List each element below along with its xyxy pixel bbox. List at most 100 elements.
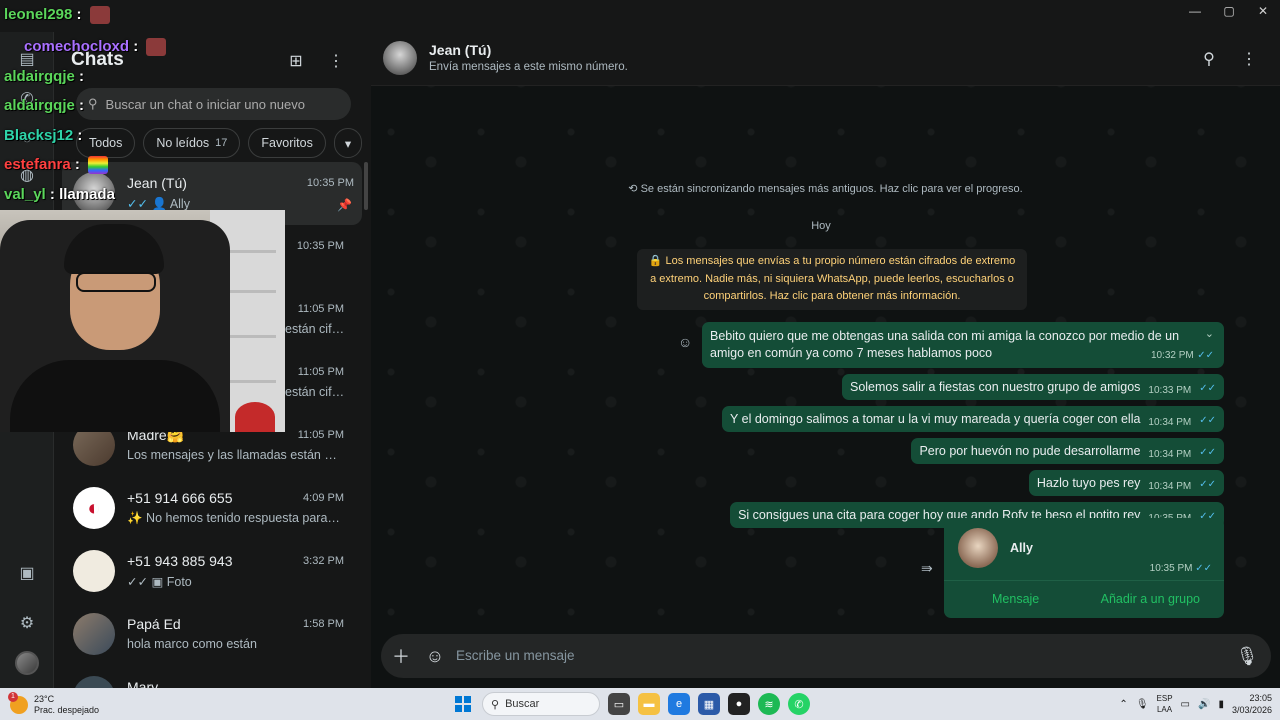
sticker-icon[interactable]: ☺ [423,644,447,668]
message-bubble[interactable]: Y el domingo salimos a tomar u la vi muy… [722,406,1224,432]
message-text: Bebito quiero que me obtengas una salida… [710,329,1180,360]
new-chat-icon[interactable]: ⊞ [285,50,307,72]
close-button[interactable]: ✕ [1246,0,1280,22]
chat-preview-text: Foto [166,575,192,589]
message-bubble[interactable]: Hazlo tuyo pes rey 10:34 PM ✓✓ [1028,470,1224,496]
message-time: 10:32 PM [1150,350,1194,361]
chat-name: Papá Ed [127,616,181,632]
taskbar-apps: ⚲ Buscar ▭ ▬ e ▦ ● ≋ ✆ [452,692,810,716]
contact-icon: 👤 [151,197,168,211]
chat-time: 11:05 PM [297,366,344,378]
task-view-icon[interactable]: ▭ [608,693,630,715]
attach-plus-icon[interactable]: ＋ [389,644,413,668]
message-time: 10:35 PM [1149,563,1193,574]
calls-icon[interactable]: ✆ [14,86,40,112]
add-to-group-button[interactable]: Añadir a un grupo [1101,592,1200,606]
windows-start-icon[interactable] [452,693,474,715]
message-list: Bebito quiero que me obtengas una salida… [702,322,1224,528]
read-check-icon: ✓✓ [127,197,148,211]
weather-desc: Prac. despejado [34,705,100,715]
spotify-icon[interactable]: ≋ [758,693,780,715]
menu-kebab-icon[interactable]: ⋮ [1238,48,1260,70]
filter-favorites[interactable]: Favoritos [248,128,326,158]
archive-icon[interactable]: ▣ [14,560,40,586]
react-emoji-icon[interactable]: ☺ [678,334,692,350]
chat-preview: están cifr... [285,385,345,399]
chat-time: 3:32 PM [303,555,344,567]
avatar [958,528,998,568]
taskbar-search[interactable]: ⚲ Buscar [482,692,600,716]
filter-more-dropdown[interactable]: ▾ [333,128,363,158]
microphone-icon[interactable]: 🎙 [1235,644,1259,668]
filter-all[interactable]: Todos [76,128,136,158]
photo-icon: ▣ [151,575,164,589]
window-controls: — ▢ ✕ [1178,0,1280,22]
message-composer[interactable]: ＋ ☺ Escribe un mensaje 🎙 [381,634,1271,678]
message-bubble[interactable]: Pero por huevón no pude desarrollarme 10:… [911,438,1224,464]
microphone-icon[interactable]: 🎙 [1136,699,1149,710]
avatar [73,550,115,592]
chat-list-scrollbar[interactable] [364,162,368,210]
chevron-down-icon[interactable]: ⌄ [1205,326,1214,343]
read-check-icon: ✓✓ [1199,447,1216,458]
profile-avatar[interactable] [14,650,40,676]
red-lamp [235,402,275,432]
windows-taskbar: 1 23°C Prac. despejado ⚲ Buscar ▭ ▬ e ▦ ● … [0,688,1280,720]
chat-item[interactable]: Papá Ed 1:58 PM hola marco como están [54,603,370,666]
search-input[interactable]: ⚲ Buscar un chat o iniciar uno nuevo [76,88,351,120]
system-tray: ⌃ 🎙 ESP LAA ▭ 🔊 ▮ 23:05 3/03/2026 [1119,692,1272,716]
status-icon[interactable]: ◌ [14,126,40,152]
message-bubble[interactable]: Bebito quiero que me obtengas una salida… [702,322,1224,368]
chat-item[interactable]: ◐ +51 914 666 655 4:09 PM ✨ No hemos ten… [54,477,370,540]
search-icon: ⚲ [491,698,500,711]
maximize-button[interactable]: ▢ [1212,0,1246,22]
day-label: Hoy [811,220,831,232]
contact-message-button[interactable]: Mensaje [992,592,1039,606]
menu-kebab-icon[interactable]: ⋮ [325,50,347,72]
monitor-icon[interactable]: ▭ [1181,699,1190,710]
conversation-header[interactable]: Jean (Tú) Envía mensajes a este mismo nú… [371,32,1280,86]
chat-item[interactable]: +51 943 885 943 3:32 PM ✓✓ ▣ Foto [54,540,370,603]
message-input[interactable]: Escribe un mensaje [456,648,575,663]
chevron-up-icon[interactable]: ⌃ [1119,699,1127,710]
message-bubble[interactable]: Solemos salir a fiestas con nuestro grup… [841,374,1224,400]
language-indicator[interactable]: ESP LAA [1157,693,1173,715]
obs-icon[interactable]: ● [728,693,750,715]
filter-unread[interactable]: No leídos 17 [143,128,241,158]
clock-time: 23:05 [1249,693,1272,703]
volume-icon[interactable]: 🔊 [1198,699,1210,710]
clock[interactable]: 23:05 3/03/2026 [1232,692,1272,716]
sync-notice[interactable]: ⟲ Se están sincronizando mensajes más an… [371,182,1280,195]
streamer-glasses [76,272,156,292]
settings-gear-icon[interactable]: ⚙ [14,610,40,636]
whatsapp-icon[interactable]: ✆ [788,693,810,715]
stream-chat-line: leonel298 : [4,6,110,25]
sync-notice-text: Se están sincronizando mensajes más anti… [640,183,1023,195]
chat-time: 11:05 PM [297,429,344,441]
edge-icon[interactable]: e [668,693,690,715]
forward-icon[interactable]: ⇛ [921,560,933,577]
contact-name: Jean (Tú) [429,42,492,58]
chat-preview: hola marco como están [127,637,257,651]
minimize-button[interactable]: — [1178,0,1212,22]
message-text: Pero por huevón no pude desarrollarme [919,444,1141,458]
avatar[interactable] [383,41,417,75]
chat-name: Jean (Tú) [127,175,187,191]
file-explorer-icon[interactable]: ▬ [638,693,660,715]
avatar [73,172,115,214]
weather-widget[interactable]: 1 23°C Prac. despejado [8,692,100,716]
chat-item[interactable]: Mary [54,666,370,688]
store-icon[interactable]: ▦ [698,693,720,715]
battery-icon[interactable]: ▮ [1218,699,1224,710]
search-icon[interactable]: ⚲ [1198,48,1220,70]
chat-name: Mary [127,679,159,688]
taskbar-search-label: Buscar [505,698,540,710]
chat-name: +51 943 885 943 [127,553,233,569]
chats-icon[interactable]: ▤ [14,46,40,72]
encryption-notice[interactable]: 🔒 Los mensajes que envías a tu propio nú… [637,249,1027,310]
contact-card-message[interactable]: Ally 10:35 PM ✓✓ Mensaje Añadir a un gru… [944,518,1224,618]
read-check-icon: ✓✓ [1197,350,1214,361]
message-time: 10:34 PM [1148,449,1192,460]
channels-icon[interactable]: ◍ [14,162,40,188]
unread-count: 17 [215,137,228,149]
